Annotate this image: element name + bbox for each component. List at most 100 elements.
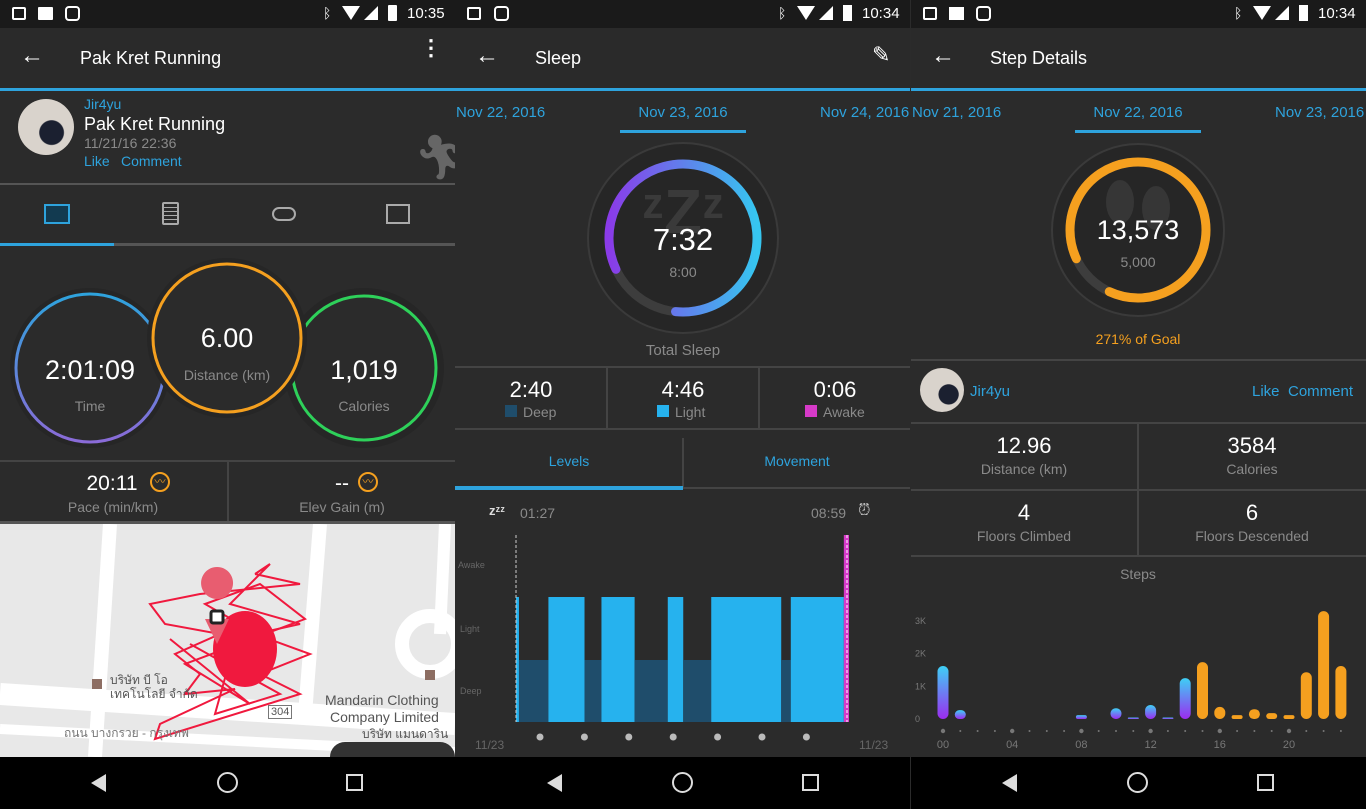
route-map[interactable]: บริษัท บี โอ เทคโนโลยี จำกัด Mandarin Cl… (0, 524, 455, 757)
floors-climbed-value: 4 (1017, 500, 1031, 525)
back-nav-icon[interactable] (1002, 774, 1017, 792)
like-link[interactable]: Like (1252, 383, 1280, 400)
back-nav-icon[interactable] (91, 774, 106, 792)
recents-nav-icon[interactable] (1257, 774, 1274, 791)
hour-tick (1322, 730, 1325, 732)
road-label: ถนน บางกรวย - กรุงเทพ (64, 726, 189, 740)
back-button[interactable]: ← (931, 42, 955, 70)
y-tick-label: 0 (915, 714, 920, 724)
step-bar (1197, 662, 1208, 719)
sleep-goal: 8:00 (669, 264, 697, 280)
awake-swatch (805, 405, 817, 417)
date-next[interactable]: Nov 24, 2016 (820, 104, 909, 121)
hour-tick (959, 730, 962, 732)
step-bar (1335, 666, 1347, 719)
recents-nav-icon[interactable] (802, 774, 819, 791)
sleep-segment-deep (683, 660, 712, 722)
pace-chart-icon[interactable]: 〰 (150, 472, 170, 492)
elev-label: Elev Gain (m) (299, 499, 385, 515)
signal-icon (819, 6, 833, 20)
status-bar: ᛒ 10:34 (911, 0, 1366, 28)
movement-dot (536, 733, 544, 741)
movement-dot (625, 733, 633, 741)
user-name-link[interactable]: Jir4yu (84, 96, 121, 112)
status-bar: ᛒ 10:35 (0, 0, 455, 28)
status-time: 10:34 (1318, 5, 1356, 22)
y-label-deep: Deep (460, 686, 482, 696)
tab-levels[interactable]: Levels (549, 453, 589, 469)
nav-bar (911, 757, 1366, 809)
header-divider (911, 88, 1366, 91)
distance-value: 12.96 (996, 433, 1052, 458)
date-prev[interactable]: Nov 22, 2016 (456, 104, 545, 121)
y-tick-label: 2K (915, 649, 926, 659)
home-nav-icon[interactable] (1127, 772, 1148, 793)
y-label-light: Light (460, 624, 480, 634)
hour-tick (1045, 730, 1048, 732)
home-nav-icon[interactable] (217, 772, 238, 793)
comment-link[interactable]: Comment (1288, 383, 1353, 400)
movement-dot (669, 733, 677, 741)
tab-laps-icon[interactable] (272, 207, 296, 221)
recents-nav-icon[interactable] (346, 774, 363, 791)
active-tab-indicator (0, 243, 114, 246)
step-bar (954, 710, 966, 719)
step-bar (937, 666, 949, 719)
awake-label: Awake (823, 404, 865, 420)
elev-chart-icon[interactable]: 〰 (358, 472, 378, 492)
hour-tick (1063, 730, 1066, 732)
bluetooth-icon: ᛒ (778, 5, 787, 21)
avatar[interactable] (18, 99, 74, 155)
divider (758, 367, 760, 428)
comment-link[interactable]: Comment (121, 153, 182, 169)
tab-details-icon[interactable] (162, 202, 179, 225)
calories-label: Calories (1226, 461, 1278, 477)
back-nav-icon[interactable] (547, 774, 562, 792)
home-nav-icon[interactable] (672, 772, 693, 793)
back-button[interactable]: ← (475, 42, 499, 70)
notification-icon (923, 7, 937, 20)
deep-value: 2:40 (509, 377, 553, 402)
hour-tick (1184, 730, 1187, 732)
edit-pencil-button[interactable]: ✎ (872, 42, 890, 68)
tab-stats-icon[interactable] (44, 204, 70, 224)
sleep-segment-light (548, 597, 585, 722)
page-title: Sleep (535, 48, 582, 68)
poi-icon (425, 670, 435, 680)
activity-screen: ᛒ 10:35 ← Pak Kret Running ⋮ Jir4yu Pak … (0, 0, 455, 809)
poi-icon (92, 679, 102, 689)
avatar[interactable] (920, 368, 964, 412)
wifi-icon (342, 6, 360, 20)
status-bar: ᛒ 10:34 (455, 0, 910, 28)
instagram-icon (65, 6, 80, 21)
date-current[interactable]: Nov 23, 2016 (638, 104, 727, 121)
tab-chart-icon[interactable] (386, 204, 410, 224)
user-name-link[interactable]: Jir4yu (970, 383, 1010, 400)
date-prev[interactable]: Nov 21, 2016 (912, 104, 1001, 121)
floors-descended-label: Floors Descended (1195, 528, 1309, 544)
light-label: Light (675, 404, 706, 420)
back-button[interactable]: ← (20, 42, 44, 70)
tab-movement[interactable]: Movement (764, 453, 829, 469)
x-tick-label: 16 (1214, 739, 1226, 751)
like-link[interactable]: Like (84, 153, 110, 169)
x-tick-label: 04 (1006, 739, 1018, 751)
step-bar (1145, 704, 1157, 719)
activity-tabs (0, 185, 455, 246)
divider (911, 555, 1366, 557)
step-bar (1248, 709, 1260, 719)
movement-dot (714, 733, 722, 741)
light-swatch (657, 405, 669, 417)
map-overlay-control[interactable] (330, 742, 455, 757)
light-value: 4:46 (661, 377, 705, 402)
sleep-segment-deep (518, 660, 549, 722)
date-next[interactable]: Nov 23, 2016 (1275, 104, 1364, 121)
date-current[interactable]: Nov 22, 2016 (1093, 104, 1182, 121)
calories-value: 3584 (1227, 433, 1277, 458)
divider (682, 438, 684, 488)
step-bar (1214, 706, 1226, 719)
image-icon (38, 7, 53, 20)
overflow-menu-button[interactable]: ⋮ (420, 37, 442, 59)
sleep-segment-deep (634, 660, 668, 722)
distance-label: Distance (km) (183, 367, 271, 383)
